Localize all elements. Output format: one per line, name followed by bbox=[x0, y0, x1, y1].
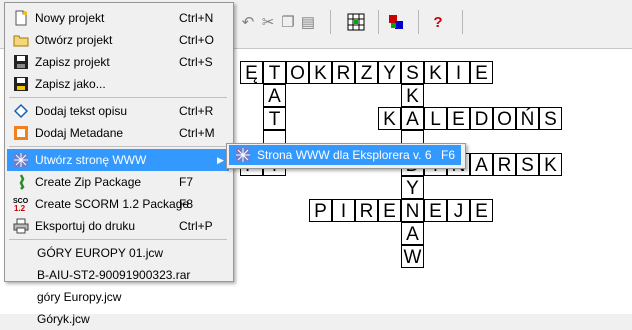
save-as-icon bbox=[13, 76, 29, 92]
crossword-cell[interactable]: S bbox=[539, 107, 562, 130]
toolbar-separator bbox=[462, 10, 463, 34]
menu-item-open-project[interactable]: Otwórz projekt Ctrl+O bbox=[7, 29, 229, 51]
crossword-cell[interactable]: A bbox=[470, 153, 493, 176]
crossword-cell[interactable]: O bbox=[286, 61, 309, 84]
menu-item-save-as[interactable]: Zapisz jako... bbox=[7, 73, 229, 95]
grid-icon[interactable] bbox=[344, 10, 368, 34]
crossword-cell[interactable]: A bbox=[263, 84, 286, 107]
recent-file-item[interactable]: góry Europy.jcw bbox=[7, 286, 229, 308]
crossword-cell[interactable]: E bbox=[378, 199, 401, 222]
crossword-cell[interactable]: I bbox=[332, 199, 355, 222]
crossword-cell[interactable]: Y bbox=[378, 61, 401, 84]
recent-file-item[interactable]: Góryk.jcw bbox=[7, 308, 229, 330]
toolbar-separator bbox=[418, 10, 419, 34]
zip-icon bbox=[13, 174, 29, 190]
new-file-icon bbox=[13, 10, 29, 26]
crossword-cell[interactable]: D bbox=[470, 107, 493, 130]
crossword-cell[interactable]: K bbox=[378, 107, 401, 130]
crossword-cell[interactable]: R bbox=[355, 199, 378, 222]
crossword-cell[interactable]: J bbox=[447, 199, 470, 222]
palette-icon[interactable] bbox=[384, 10, 408, 34]
recent-file-item[interactable]: GÓRY EUROPY 01.jcw bbox=[7, 242, 229, 264]
paste-icon[interactable]: ▤ bbox=[296, 10, 320, 34]
crossword-cell[interactable]: R bbox=[493, 153, 516, 176]
menu-item-new-project[interactable]: Nowy projekt Ctrl+N bbox=[7, 7, 229, 29]
menu-separator bbox=[9, 97, 227, 98]
crossword-cell[interactable]: Ń bbox=[516, 107, 539, 130]
web-page-icon bbox=[235, 147, 251, 163]
menu-item-create-scorm[interactable]: SCO 1.2 Create SCORM 1.2 Package F8 bbox=[7, 193, 229, 215]
crossword-cell[interactable]: Y bbox=[401, 176, 424, 199]
crossword-cell[interactable]: W bbox=[401, 245, 424, 268]
crossword-cell[interactable]: T bbox=[263, 107, 286, 130]
menu-item-add-metadata[interactable]: Dodaj Metadane Ctrl+M bbox=[7, 122, 229, 144]
crossword-cell[interactable]: Z bbox=[355, 61, 378, 84]
file-menu: Nowy projekt Ctrl+N Otwórz projekt Ctrl+… bbox=[4, 2, 234, 326]
crossword-cell[interactable]: K bbox=[309, 61, 332, 84]
metadata-icon bbox=[13, 125, 29, 141]
crossword-cell[interactable]: K bbox=[401, 84, 424, 107]
open-folder-icon bbox=[13, 32, 29, 48]
crossword-cell[interactable]: L bbox=[424, 107, 447, 130]
crossword-cell[interactable]: K bbox=[424, 61, 447, 84]
description-icon bbox=[13, 103, 29, 119]
web-page-icon bbox=[13, 152, 29, 168]
scorm-icon: SCO 1.2 bbox=[13, 196, 29, 212]
crossword-cell[interactable]: O bbox=[493, 107, 516, 130]
svg-text:1.2: 1.2 bbox=[14, 204, 26, 212]
crossword-cell[interactable]: E bbox=[447, 107, 470, 130]
print-icon bbox=[13, 218, 29, 234]
menu-item-create-web-page[interactable]: Utwórz stronę WWW ▶ bbox=[7, 149, 229, 171]
crossword-cell[interactable]: E bbox=[424, 199, 447, 222]
menu-item-save-project[interactable]: Zapisz projekt Ctrl+S bbox=[7, 51, 229, 73]
crossword-cell[interactable]: K bbox=[539, 153, 562, 176]
submenu-item-web-explorer[interactable]: Strona WWW dla Eksplorera v. 6 F6 bbox=[229, 145, 461, 165]
crossword-cell[interactable]: S bbox=[516, 153, 539, 176]
crossword-cell[interactable]: A bbox=[401, 222, 424, 245]
crossword-cell[interactable]: N bbox=[401, 199, 424, 222]
crossword-cell[interactable]: I bbox=[447, 61, 470, 84]
crossword-cell[interactable]: E bbox=[470, 61, 493, 84]
menu-item-export-print[interactable]: Eksportuj do druku Ctrl+P bbox=[7, 215, 229, 237]
crossword-cell[interactable]: P bbox=[309, 199, 332, 222]
menu-item-create-zip[interactable]: Create Zip Package F7 bbox=[7, 171, 229, 193]
toolbar-separator bbox=[378, 10, 379, 34]
crossword-cell[interactable]: Ę bbox=[240, 61, 263, 84]
menu-item-add-description[interactable]: Dodaj tekst opisu Ctrl+R bbox=[7, 100, 229, 122]
recent-file-item[interactable]: B-AIU-ST2-90091900323.rar bbox=[7, 264, 229, 286]
submenu-arrow-icon: ▶ bbox=[217, 154, 224, 165]
menu-separator bbox=[9, 146, 227, 147]
help-icon[interactable]: ? bbox=[426, 10, 450, 34]
crossword-cell[interactable]: S bbox=[401, 61, 424, 84]
web-page-submenu: Strona WWW dla Eksplorera v. 6 F6 bbox=[226, 143, 466, 169]
crossword-cell[interactable]: T bbox=[263, 61, 286, 84]
toolbar-separator bbox=[330, 10, 331, 34]
crossword-cell[interactable]: E bbox=[470, 199, 493, 222]
save-icon bbox=[13, 54, 29, 70]
crossword-cell[interactable]: R bbox=[332, 61, 355, 84]
crossword-cell[interactable]: A bbox=[401, 107, 424, 130]
menu-separator bbox=[9, 239, 227, 240]
